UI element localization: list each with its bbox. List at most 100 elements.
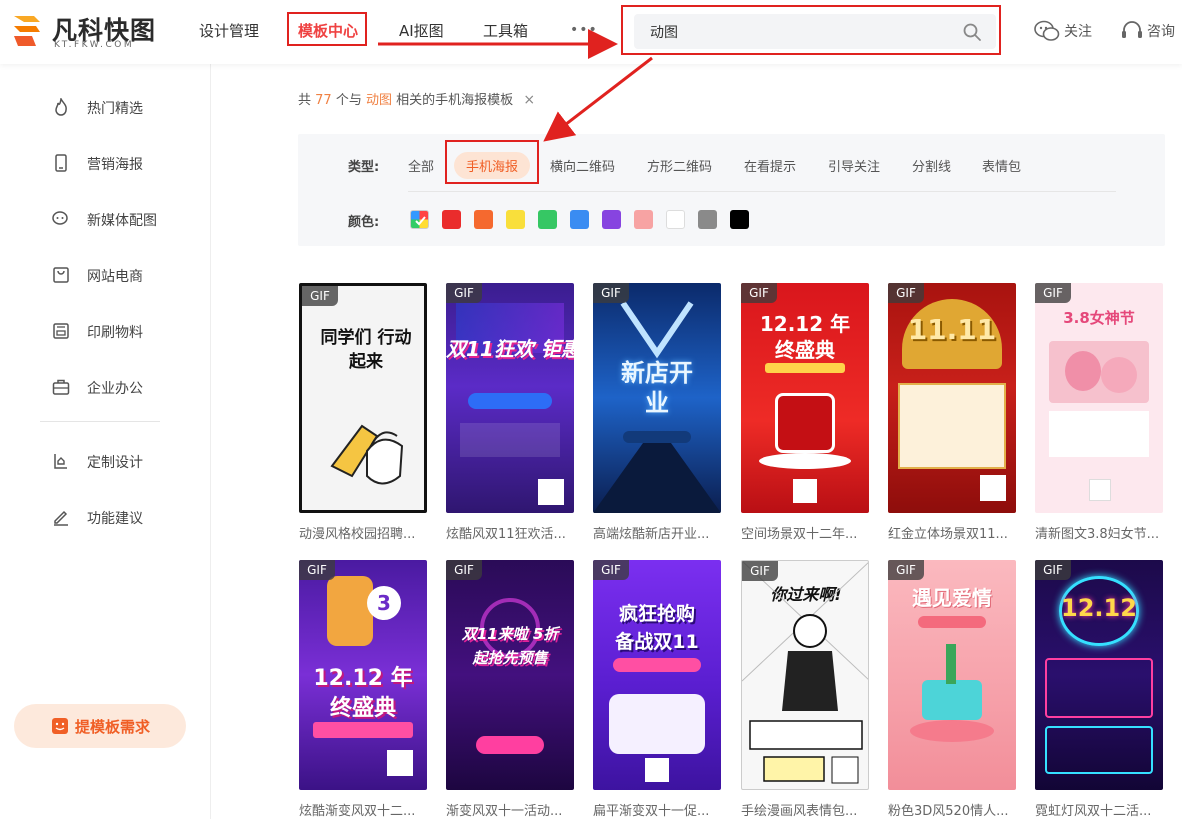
color-swatch-white[interactable] bbox=[666, 210, 685, 229]
template-title: 扁平渐变双十一促... bbox=[593, 804, 710, 819]
edit-pen-icon bbox=[54, 510, 68, 526]
nav-design-manage[interactable]: 设计管理 bbox=[199, 20, 259, 41]
type-option-all[interactable]: 全部 bbox=[408, 156, 434, 175]
fist-illustration-icon bbox=[330, 424, 404, 485]
sidebar-item-label: 热门精选 bbox=[87, 101, 143, 117]
briefcase-icon bbox=[52, 379, 70, 395]
shopping-bag-icon bbox=[53, 267, 69, 283]
gif-badge: GIF bbox=[446, 560, 482, 580]
color-swatch-red[interactable] bbox=[442, 210, 461, 229]
template-thumbnail: 同学们 行动起来 GIF bbox=[299, 283, 427, 513]
type-option-sticker[interactable]: 表情包 bbox=[982, 156, 1021, 175]
highlight-box-nav bbox=[287, 12, 367, 46]
poster-headline: 12.12 年终盛典 bbox=[759, 312, 851, 362]
smile-chat-icon bbox=[52, 718, 68, 734]
color-swatch-all[interactable] bbox=[410, 210, 429, 229]
more-menu-icon[interactable]: ••• bbox=[570, 22, 598, 38]
filter-panel: 类型: 全部 手机海报 横向二维码 方形二维码 在看提示 引导关注 分割线 表情… bbox=[298, 134, 1165, 246]
logo-mark-icon bbox=[14, 16, 40, 46]
gif-badge: GIF bbox=[742, 561, 778, 581]
color-swatch-black[interactable] bbox=[730, 210, 749, 229]
template-thumbnail: 12.12 年终盛典 GIF bbox=[741, 283, 869, 513]
template-thumbnail: 3.8女神节 GIF bbox=[1035, 283, 1163, 513]
check-icon bbox=[415, 216, 426, 226]
template-title: 空间场景双十二年... bbox=[741, 527, 858, 542]
sidebar: 热门精选 营销海报 新媒体配图 网站电商 印刷物料 企业办公 定制设计 功能建议… bbox=[0, 64, 211, 819]
sidebar-item-feedback[interactable]: 功能建议 bbox=[0, 496, 210, 536]
search-icon[interactable] bbox=[962, 22, 982, 42]
flame-icon bbox=[55, 98, 67, 116]
summary-suffix: 相关的手机海报模板 bbox=[396, 93, 514, 108]
poster-headline: 12.12 bbox=[1061, 594, 1137, 622]
search-box bbox=[634, 14, 996, 49]
sidebar-item-custom-design[interactable]: 定制设计 bbox=[0, 440, 210, 480]
sidebar-item-label: 印刷物料 bbox=[87, 325, 143, 341]
template-thumbnail: 3 12.12 年终盛典 GIF bbox=[299, 560, 427, 790]
sidebar-item-marketing-poster[interactable]: 营销海报 bbox=[0, 142, 210, 182]
type-option-divider[interactable]: 分割线 bbox=[912, 156, 951, 175]
follow-link[interactable]: 关注 bbox=[1064, 21, 1092, 41]
type-option-view-prompt[interactable]: 在看提示 bbox=[744, 156, 796, 175]
sidebar-divider bbox=[40, 421, 160, 422]
sidebar-item-print[interactable]: 印刷物料 bbox=[0, 310, 210, 350]
wechat-follow-icon[interactable] bbox=[1034, 20, 1060, 42]
request-template-button[interactable]: 提模板需求 bbox=[14, 704, 186, 748]
sidebar-item-new-media[interactable]: 新媒体配图 bbox=[0, 198, 210, 238]
poster-headline: 新店开业 bbox=[621, 359, 693, 417]
poster-headline: 11.11 bbox=[907, 313, 997, 346]
sidebar-item-office[interactable]: 企业办公 bbox=[0, 366, 210, 406]
gif-badge: GIF bbox=[593, 560, 629, 580]
gif-badge: GIF bbox=[446, 283, 482, 303]
template-title: 炫酷渐变风双十二... bbox=[299, 804, 416, 819]
color-swatch-green[interactable] bbox=[538, 210, 557, 229]
template-thumbnail: 你过来啊! GIF bbox=[741, 560, 869, 790]
results-summary: 共 77 个与 动图 相关的手机海报模板 × bbox=[298, 89, 535, 108]
top-header: 凡科快图 KT.FKW.COM 设计管理 模板中心 AI抠图 工具箱 ••• 关… bbox=[0, 0, 1182, 64]
color-swatch-gray[interactable] bbox=[698, 210, 717, 229]
color-swatch-blue[interactable] bbox=[570, 210, 589, 229]
search-input[interactable] bbox=[634, 14, 954, 49]
nav-ai-cutout[interactable]: AI抠图 bbox=[399, 20, 444, 41]
custom-design-icon bbox=[54, 454, 67, 469]
poster-headline: 12.12 年终盛典 bbox=[313, 666, 413, 721]
clear-search-icon[interactable]: × bbox=[523, 92, 535, 108]
sidebar-item-hot[interactable]: 热门精选 bbox=[0, 86, 210, 126]
gif-badge: GIF bbox=[302, 286, 338, 306]
printer-icon bbox=[53, 323, 69, 339]
headset-consult-icon[interactable] bbox=[1120, 20, 1146, 42]
type-option-follow-guide[interactable]: 引导关注 bbox=[828, 156, 880, 175]
nav-toolbox[interactable]: 工具箱 bbox=[483, 20, 528, 41]
gif-badge: GIF bbox=[741, 283, 777, 303]
poster-headline: 疯狂抢购 备战双11 bbox=[615, 603, 699, 653]
color-swatch-yellow[interactable] bbox=[506, 210, 525, 229]
request-template-label: 提模板需求 bbox=[75, 719, 151, 736]
template-thumbnail: 双11来啦 5折起抢先预售 GIF bbox=[446, 560, 574, 790]
template-thumbnail: 新店开业 GIF bbox=[593, 283, 721, 513]
gif-badge: GIF bbox=[888, 283, 924, 303]
template-title: 红金立体场景双11... bbox=[888, 527, 1008, 542]
type-filter-label: 类型: bbox=[348, 160, 380, 175]
template-title: 炫酷风双11狂欢活... bbox=[446, 527, 566, 542]
brand-logo[interactable]: 凡科快图 KT.FKW.COM bbox=[10, 10, 160, 52]
color-swatch-pink[interactable] bbox=[634, 210, 653, 229]
template-title: 高端炫酷新店开业... bbox=[593, 527, 710, 542]
type-option-square-qr[interactable]: 方形二维码 bbox=[647, 156, 712, 175]
poster-headline: 3.8女神节 bbox=[1063, 309, 1135, 327]
color-swatch-purple[interactable] bbox=[602, 210, 621, 229]
template-thumbnail: 双11狂欢 钜惠全城 GIF bbox=[446, 283, 574, 513]
sidebar-item-label: 企业办公 bbox=[87, 381, 143, 397]
type-option-horizontal-qr[interactable]: 横向二维码 bbox=[550, 156, 615, 175]
template-title: 霓虹灯风双十二活... bbox=[1035, 804, 1152, 819]
color-filter-label: 颜色: bbox=[348, 215, 380, 230]
color-swatch-orange[interactable] bbox=[474, 210, 493, 229]
manga-illustration-icon bbox=[742, 561, 868, 784]
gif-badge: GIF bbox=[888, 560, 924, 580]
highlight-box-type bbox=[445, 140, 539, 184]
gif-badge: GIF bbox=[1035, 560, 1071, 580]
results-keyword: 动图 bbox=[366, 93, 393, 108]
sidebar-item-ecommerce[interactable]: 网站电商 bbox=[0, 254, 210, 294]
consult-link[interactable]: 咨询 bbox=[1147, 21, 1175, 41]
template-thumbnail: 遇见爱情 GIF bbox=[888, 560, 1016, 790]
sidebar-item-label: 网站电商 bbox=[87, 269, 143, 285]
brand-domain: KT.FKW.COM bbox=[54, 40, 135, 50]
